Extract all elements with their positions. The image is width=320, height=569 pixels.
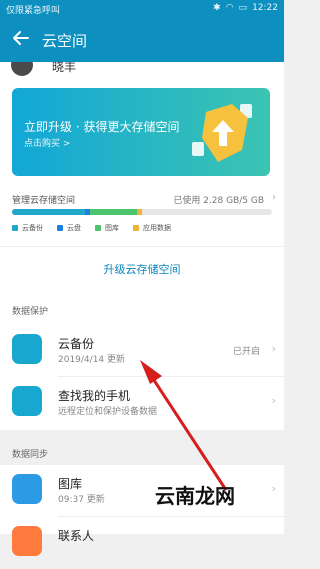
chevron-right-icon[interactable]: ›	[272, 192, 276, 203]
back-arrow-icon	[13, 31, 29, 45]
item-status: 已开启	[232, 347, 260, 357]
sync-list: 图库 09:37 更新 › 联系人	[0, 465, 284, 556]
list-item-gallery[interactable]: 图库 09:37 更新 ›	[0, 465, 284, 517]
storage-segment-0	[12, 209, 85, 215]
app-header: 云空间	[0, 18, 284, 62]
item-title: 查找我的手机	[58, 389, 131, 403]
list-item-cloud-backup[interactable]: 云备份 2019/4/14 更新 已开启 ›	[0, 325, 284, 377]
clock: 12:22	[252, 3, 278, 13]
banner-title: 立即升级 · 获得更大存储空间	[24, 120, 180, 134]
watermark-text: 云南龙网	[155, 484, 235, 508]
chevron-right-icon: ›	[271, 394, 276, 407]
avatar	[11, 62, 33, 76]
upgrade-storage-button[interactable]: 升级云存储空间	[0, 254, 284, 286]
upgrade-shield-icon	[192, 104, 252, 162]
banner-subtitle: 点击购买 >	[24, 139, 71, 149]
status-icons: ✱ ◠ ▭ 12:22	[213, 3, 278, 13]
section-header-sync: 数据同步	[12, 450, 49, 460]
legend-label: 云备份	[22, 224, 43, 232]
legend-label: 云盘	[67, 224, 81, 232]
gallery-icon	[12, 474, 42, 504]
storage-usage-bar	[12, 209, 272, 215]
profile-strip[interactable]: 晓丰	[0, 62, 284, 80]
chevron-right-icon: ›	[271, 482, 276, 495]
legend-item: 云盘	[57, 223, 81, 233]
storage-legend: 云备份 云盘 图库 应用数据	[12, 223, 171, 233]
storage-label[interactable]: 管理云存储空间	[12, 193, 75, 206]
item-subtitle: 2019/4/14 更新	[58, 355, 126, 365]
item-title: 图库	[58, 477, 83, 491]
back-button[interactable]	[10, 27, 32, 49]
chevron-right-icon: ›	[271, 342, 276, 355]
storage-card: 立即升级 · 获得更大存储空间 点击购买 > 管理云存储空间 已使用 2.28 …	[0, 80, 284, 336]
legend-swatch	[133, 225, 139, 231]
divider	[0, 246, 284, 247]
profile-name: 晓丰	[52, 62, 77, 74]
upgrade-banner[interactable]: 立即升级 · 获得更大存储空间 点击购买 >	[12, 88, 270, 176]
storage-used-text: 已使用 2.28 GB/5 GB	[173, 196, 264, 206]
item-title: 云备份	[58, 337, 95, 351]
battery-icon: ▭	[238, 3, 248, 13]
legend-item: 云备份	[12, 223, 43, 233]
wifi-icon: ◠	[225, 3, 234, 13]
list-item-find-phone[interactable]: 查找我的手机 远程定位和保护设备数据 ›	[0, 377, 284, 429]
storage-segment-3	[136, 209, 142, 215]
legend-label: 图库	[105, 224, 119, 232]
legend-swatch	[95, 225, 101, 231]
status-bar: 仅限紧急呼叫 ✱ ◠ ▭ 12:22	[0, 0, 284, 18]
carrier-text: 仅限紧急呼叫	[6, 6, 61, 16]
storage-segment-2	[89, 209, 137, 215]
legend-label: 应用数据	[143, 224, 171, 232]
item-title: 联系人	[58, 529, 95, 543]
section-header-protection: 数据保护	[12, 307, 49, 317]
page-title: 云空间	[42, 32, 88, 50]
protection-list: 云备份 2019/4/14 更新 已开启 › 查找我的手机 远程定位和保护设备数…	[0, 325, 284, 430]
legend-item: 应用数据	[133, 223, 171, 233]
bluetooth-icon: ✱	[213, 3, 221, 13]
list-item-contacts[interactable]: 联系人	[0, 517, 284, 569]
legend-swatch	[57, 225, 63, 231]
legend-swatch	[12, 225, 18, 231]
item-subtitle: 09:37 更新	[58, 495, 105, 505]
item-subtitle: 远程定位和保护设备数据	[58, 407, 158, 417]
legend-item: 图库	[95, 223, 119, 233]
cloud-backup-icon	[12, 334, 42, 364]
find-phone-icon	[12, 386, 42, 416]
contacts-icon	[12, 526, 42, 556]
